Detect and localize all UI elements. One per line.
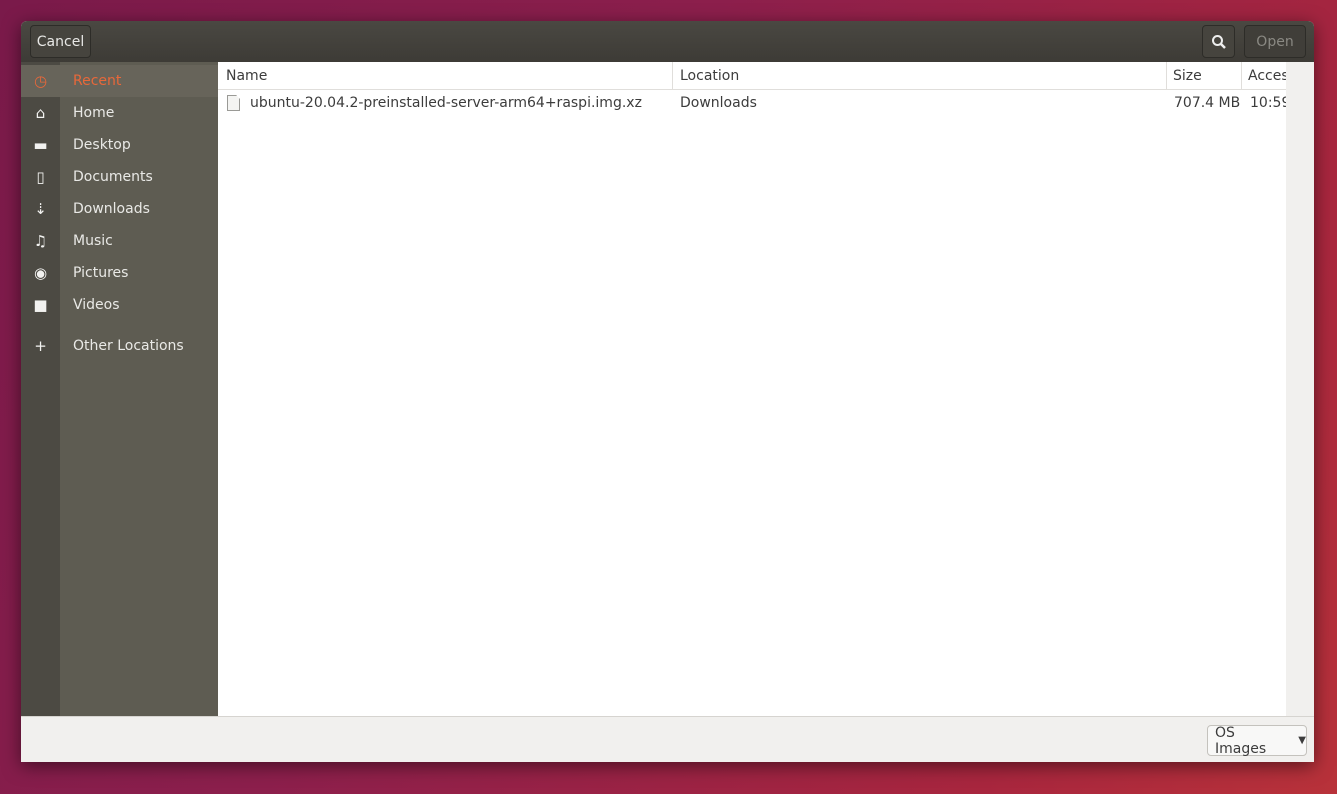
- table-row[interactable]: ubuntu-20.04.2-preinstalled-server-arm64…: [218, 91, 1290, 115]
- file-location: Downloads: [680, 95, 757, 111]
- sidebar-item-other-locations[interactable]: + Other Locations: [21, 330, 218, 362]
- column-accessed[interactable]: Acces: [1248, 68, 1289, 84]
- scrollbar[interactable]: [1286, 62, 1314, 716]
- sidebar-item-downloads[interactable]: ⇣ Downloads: [21, 193, 218, 225]
- cancel-button[interactable]: Cancel: [30, 25, 91, 58]
- open-button[interactable]: Open: [1244, 25, 1306, 58]
- header-bar: Cancel Open: [21, 21, 1314, 62]
- music-icon: ♫: [33, 232, 48, 250]
- clock-icon: ◷: [33, 72, 48, 90]
- sidebar-item-desktop[interactable]: ▬ Desktop: [21, 129, 218, 161]
- file-filter-dropdown[interactable]: OS Images ▼: [1207, 724, 1307, 757]
- plus-icon: +: [34, 337, 47, 355]
- sidebar-item-label: Recent: [73, 73, 122, 89]
- file-icon: [227, 95, 240, 111]
- column-size[interactable]: Size: [1173, 68, 1202, 84]
- file-accessed: 10:59: [1250, 95, 1291, 111]
- sidebar-item-label: Desktop: [73, 137, 131, 153]
- sidebar-item-label: Videos: [73, 297, 120, 313]
- column-separator: [672, 62, 673, 90]
- column-name[interactable]: Name: [226, 68, 267, 84]
- sidebar-item-recent[interactable]: ◷ Recent: [21, 65, 218, 97]
- column-location[interactable]: Location: [680, 68, 739, 84]
- file-name: ubuntu-20.04.2-preinstalled-server-arm64…: [250, 95, 642, 111]
- sidebar-item-label: Music: [73, 233, 113, 249]
- column-separator: [1166, 62, 1167, 90]
- sidebar-item-home[interactable]: ⌂ Home: [21, 97, 218, 129]
- folder-icon: ▬: [33, 136, 48, 154]
- search-button[interactable]: [1202, 25, 1235, 58]
- footer-bar: OS Images ▼: [21, 716, 1314, 762]
- home-icon: ⌂: [35, 104, 46, 122]
- sidebar-item-label: Downloads: [73, 201, 150, 217]
- sidebar-item-music[interactable]: ♫ Music: [21, 225, 218, 257]
- search-icon: [1211, 34, 1226, 49]
- download-icon: ⇣: [34, 200, 47, 218]
- sidebar-item-label: Home: [73, 105, 115, 121]
- sidebar-item-pictures[interactable]: ◉ Pictures: [21, 257, 218, 289]
- video-icon: ■: [33, 296, 48, 314]
- sidebar-item-documents[interactable]: ▯ Documents: [21, 161, 218, 193]
- places-sidebar: ◷ Recent ⌂ Home ▬ Desktop ▯ Documents ⇣ Downloads…: [21, 62, 218, 716]
- document-icon: ▯: [36, 168, 45, 186]
- file-size: 707.4 MB: [1174, 95, 1241, 111]
- sidebar-item-label: Other Locations: [73, 338, 184, 354]
- file-list: Name Location Size Acces ubuntu-20.04.2-…: [218, 62, 1290, 716]
- dropdown-arrow-icon: ▼: [1298, 735, 1306, 746]
- column-separator: [1241, 62, 1242, 90]
- column-header: Name Location Size Acces: [218, 62, 1289, 90]
- sidebar-item-label: Documents: [73, 169, 153, 185]
- filter-label: OS Images: [1215, 724, 1267, 757]
- sidebar-item-videos[interactable]: ■ Videos: [21, 289, 218, 321]
- sidebar-item-label: Pictures: [73, 265, 129, 281]
- camera-icon: ◉: [33, 264, 48, 282]
- file-chooser-dialog: Cancel Open ◷ Recent ⌂ Home ▬ Desktop ▯ Documen…: [21, 21, 1314, 762]
